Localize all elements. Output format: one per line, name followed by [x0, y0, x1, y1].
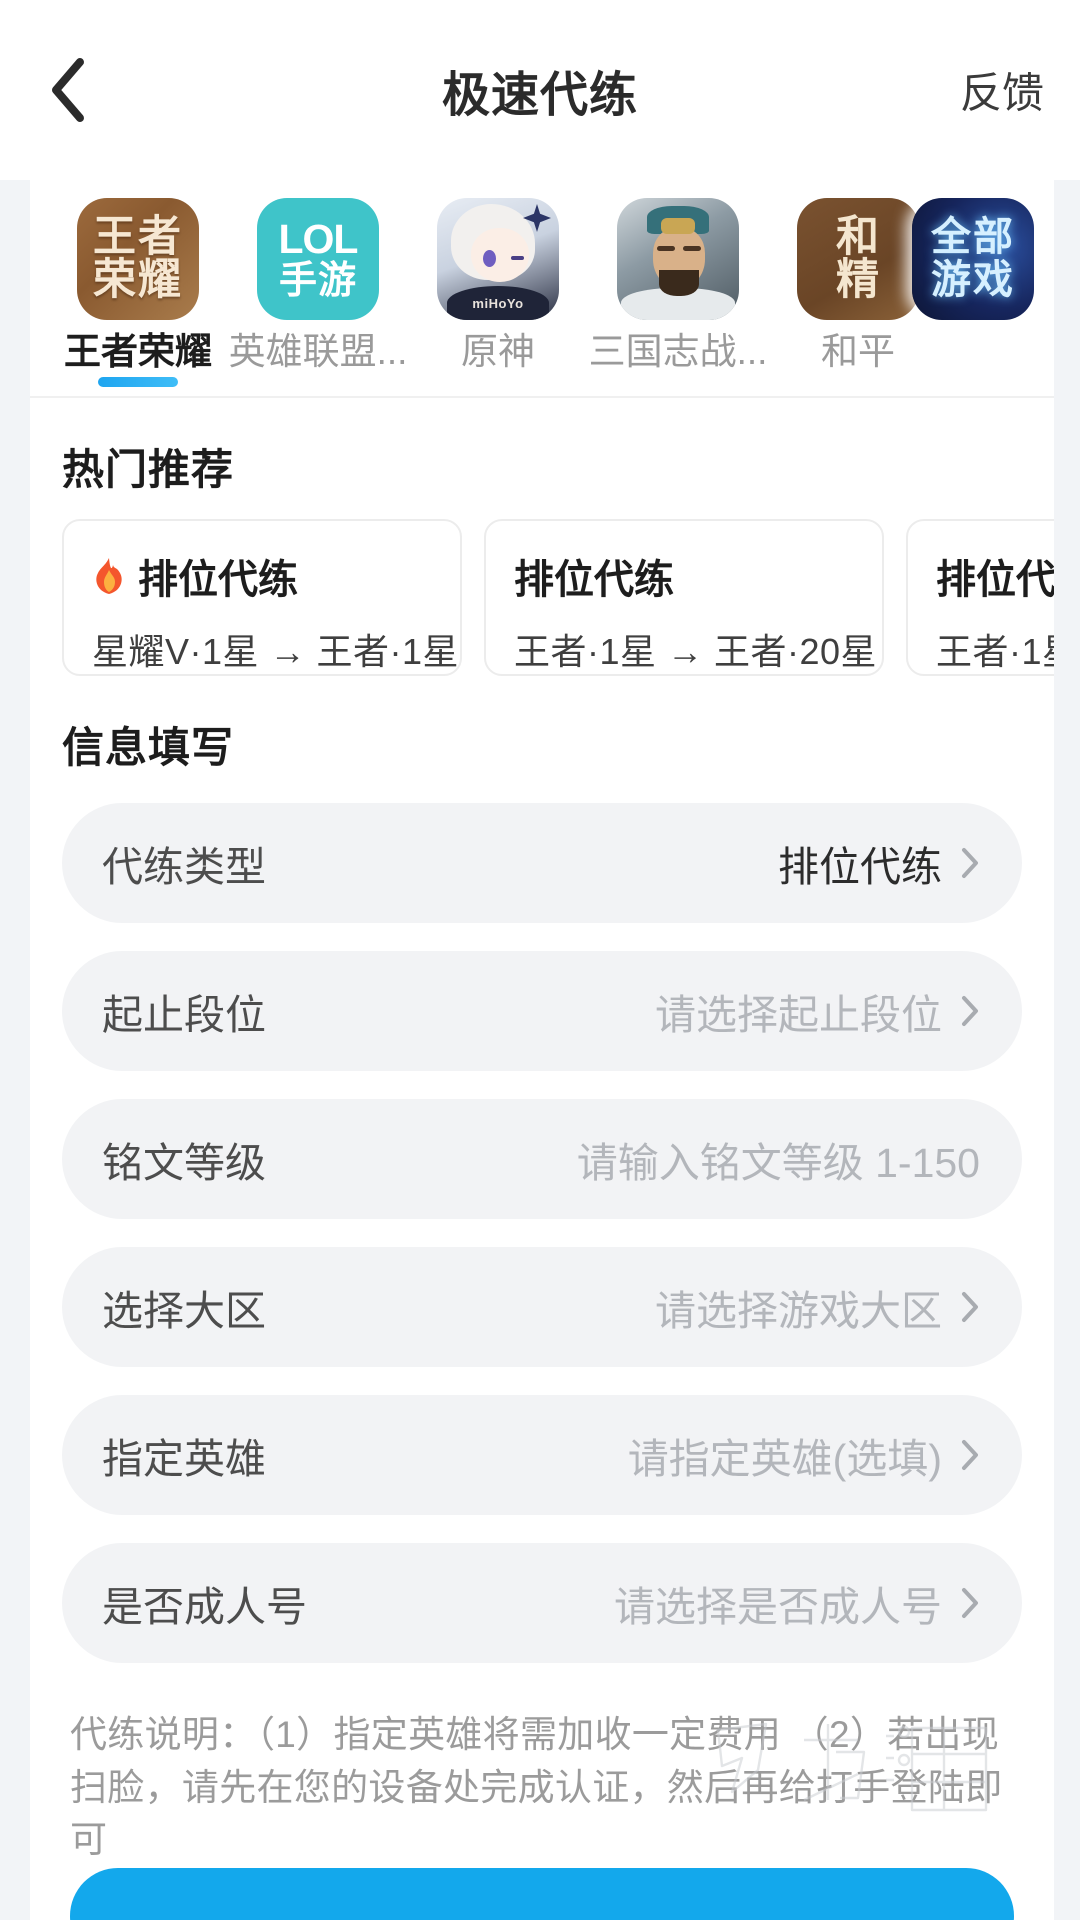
sgz-beard-shape [659, 270, 699, 296]
form-value: 请选择游戏大区 [655, 1288, 942, 1334]
game-tab-label: 和平 [821, 331, 895, 372]
game-tabs-region: 王者 荣耀 王者荣耀 LOL 手游 英雄联盟... miHoYo 原神 三国志战… [30, 180, 1054, 398]
form-value: 请指定英雄(选填) [627, 1436, 942, 1482]
kings-honor-icon-line2: 荣耀 [93, 256, 183, 304]
game-tabs-scroller[interactable]: 王者 荣耀 王者荣耀 LOL 手游 英雄联盟... miHoYo 原神 三国志战… [30, 180, 1054, 387]
sgz-crown-shape [661, 218, 695, 234]
recommendation-title: 排位代练 [138, 558, 298, 602]
sgz-brow-left [657, 246, 675, 251]
app-header: 极速代练 反馈 [0, 0, 1080, 180]
game-tab-label: 原神 [461, 331, 535, 372]
chevron-right-icon [960, 1586, 980, 1620]
recommendation-range: 王者·1星 → 王者·50星 [936, 631, 1054, 672]
form-value: 请选择是否成人号 [614, 1584, 942, 1630]
feedback-button[interactable]: 反馈 [960, 60, 1044, 121]
recommendation-range: 王者·1星 → 王者·20星 [514, 631, 878, 672]
chevron-right-icon [960, 846, 980, 880]
genshin-eye-left [483, 250, 496, 267]
inscription-level-input[interactable]: 请输入铭文等级 1-150 [577, 1129, 980, 1189]
genshin-eye-right [511, 256, 524, 260]
recommendation-title-row: 排位代练 [936, 547, 1054, 605]
form-label: 代练类型 [102, 844, 266, 890]
boost-notice-text: 代练说明：（1）指定英雄将需加收一定费用 （2）若出现扫脸，请先在您的设备处完成… [70, 1714, 1003, 1861]
form-label: 指定英雄 [102, 1436, 266, 1482]
genshin-face-shape [471, 228, 529, 282]
game-tab-label: 王者荣耀 [64, 331, 212, 372]
all-games-button[interactable]: 全部 游戏 [912, 198, 1034, 320]
form-row-boost-type[interactable]: 代练类型 排位代练 [62, 803, 1022, 923]
peace-elite-icon: 和 精 [797, 198, 919, 320]
hot-recommendation-scroller[interactable]: 排位代练 星耀V·1星 → 王者·1星 排位代练 王者·1星 → 王者·20星 … [30, 519, 1054, 676]
chevron-right-icon [960, 994, 980, 1028]
recommendation-card[interactable]: 排位代练 王者·1星 → 王者·20星 [484, 519, 884, 676]
submit-order-button[interactable] [70, 1868, 1014, 1920]
recommendation-card[interactable]: 排位代练 王者·1星 → 王者·50星 [906, 519, 1054, 676]
game-tab-lol-mobile[interactable]: LOL 手游 英雄联盟... [229, 198, 407, 373]
form-row-inscription-level[interactable]: 铭文等级 请输入铭文等级 1-150 [62, 1099, 1022, 1219]
peace-icon-line1: 和 [836, 213, 880, 261]
game-tab-genshin[interactable]: miHoYo 原神 [422, 198, 574, 373]
recommendation-title-row: 排位代练 [92, 547, 460, 605]
lol-icon-line1: LOL [278, 215, 359, 262]
form-label: 是否成人号 [102, 1584, 307, 1630]
app-screen: 极速代练 反馈 王者 荣耀 王者荣耀 LOL 手游 英雄联盟... miHoYo… [0, 0, 1080, 1920]
chevron-right-icon [960, 1290, 980, 1324]
form-row-specify-hero[interactable]: 指定英雄 请指定英雄(选填) [62, 1395, 1022, 1515]
recommendation-title: 排位代练 [514, 558, 674, 602]
form-row-server-region[interactable]: 选择大区 请选择游戏大区 [62, 1247, 1022, 1367]
recommendation-range: 星耀V·1星 → 王者·1星 [92, 631, 460, 672]
peace-icon-line2: 精 [836, 256, 880, 304]
form-value: 请选择起止段位 [655, 992, 942, 1038]
recommendation-title-row: 排位代练 [514, 547, 882, 605]
form-label: 起止段位 [102, 992, 266, 1038]
lol-mobile-icon: LOL 手游 [257, 198, 379, 320]
kings-honor-icon: 王者 荣耀 [77, 198, 199, 320]
mihoyo-caption: miHoYo [472, 296, 524, 311]
lol-icon-line2: 手游 [278, 259, 357, 302]
recommendation-card[interactable]: 排位代练 星耀V·1星 → 王者·1星 [62, 519, 462, 676]
hot-section-title: 热门推荐 [62, 446, 235, 493]
genshin-impact-icon: miHoYo [437, 198, 559, 320]
form-section-title: 信息填写 [62, 724, 235, 771]
active-tab-indicator [98, 376, 178, 387]
form-value: 排位代练 [778, 844, 942, 890]
game-tab-sanguozhi[interactable]: 三国志战... [589, 198, 767, 373]
sanguozhi-icon [617, 198, 739, 320]
game-tab-label: 英雄联盟... [228, 331, 408, 372]
form-label: 选择大区 [102, 1288, 266, 1334]
fire-icon [92, 557, 126, 595]
form-label: 铭文等级 [102, 1140, 266, 1186]
all-games-line2: 游戏 [931, 258, 1015, 302]
all-games-line1: 全部 [931, 214, 1015, 259]
form-row-rank-range[interactable]: 起止段位 请选择起止段位 [62, 951, 1022, 1071]
game-tab-label: 三国志战... [588, 331, 768, 372]
chevron-right-icon [960, 1438, 980, 1472]
recommendation-title: 排位代练 [936, 558, 1054, 602]
page-content: 王者 荣耀 王者荣耀 LOL 手游 英雄联盟... miHoYo 原神 三国志战… [30, 180, 1054, 1920]
form-list: 代练类型 排位代练 起止段位 请选择起止段位 铭文等级 请输入铭文等级 1-15… [30, 803, 1054, 1663]
kings-honor-icon-line1: 王者 [93, 213, 183, 261]
sgz-brow-right [683, 246, 701, 251]
game-tab-kings-honor[interactable]: 王者 荣耀 王者荣耀 [62, 198, 214, 387]
page-background: 王者 荣耀 王者荣耀 LOL 手游 英雄联盟... miHoYo 原神 三国志战… [0, 180, 1080, 1920]
form-row-adult-account[interactable]: 是否成人号 请选择是否成人号 [62, 1543, 1022, 1663]
page-title: 极速代练 [441, 69, 638, 122]
